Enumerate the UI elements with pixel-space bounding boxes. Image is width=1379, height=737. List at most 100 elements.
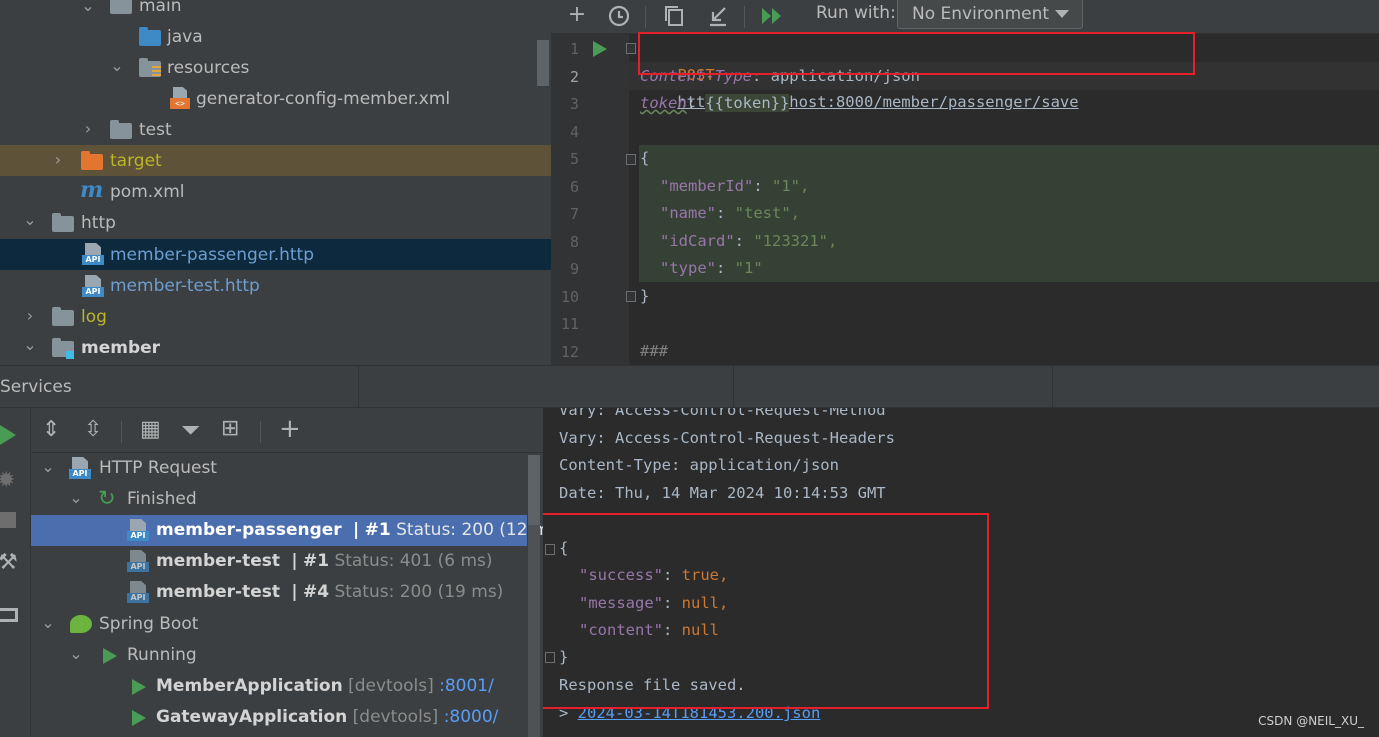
header-divider [358, 366, 359, 409]
folder-icon [52, 213, 74, 232]
project-tree: ⌄ main java ⌄ resources <> generator-con… [0, 0, 551, 365]
chevron-down-icon[interactable]: ⌄ [68, 646, 84, 662]
tree-item-resources[interactable]: ⌄ resources [0, 52, 551, 83]
line-number: 10 [560, 288, 579, 306]
services-tool-window-header: Services [0, 365, 1379, 409]
spring-boot-icon [70, 615, 92, 633]
chevron-down-icon[interactable]: ⌄ [40, 615, 56, 631]
add-service-icon[interactable]: + [279, 414, 301, 444]
request-row[interactable]: API member-test | #4 Status: 200 (19 ms) [31, 577, 527, 608]
run-icon[interactable] [0, 425, 16, 445]
tree-node-finished[interactable]: ⌄ ↻ Finished [31, 484, 527, 515]
app-row-gateway[interactable]: GatewayApplication [devtools] :8000/ [31, 702, 527, 733]
tree-item-member[interactable]: ⌄ member [0, 332, 551, 363]
tree-item-label: generator-config-member.xml [196, 88, 451, 109]
request-separator: ### [640, 342, 668, 360]
import-icon[interactable] [704, 2, 732, 30]
header-value: {{token}} [705, 94, 790, 112]
tree-node-label: HTTP Request [99, 458, 217, 478]
maven-icon: m [80, 177, 104, 203]
tree-node-running[interactable]: ⌄ Running [31, 640, 527, 671]
services-tree-panel: ⇕ ⇳ ▦ ⏷ ⊞ + ⌄ API HTTP Request ⌄ ↻ Finis… [31, 408, 558, 737]
fold-icon[interactable] [626, 291, 636, 302]
filter-icon[interactable]: ⏷ [181, 416, 200, 444]
tree-item-pom[interactable]: m pom.xml [0, 176, 551, 207]
chevron-down-icon[interactable]: ⌄ [109, 58, 125, 74]
app-port-link[interactable]: :8000/ [444, 707, 499, 727]
tree-item-label: main [139, 0, 182, 16]
request-row[interactable]: API member-passenger | #1 Status: 200 (1… [31, 515, 558, 546]
line-number: 1 [569, 40, 579, 58]
tree-item-main[interactable]: ⌄ main [0, 0, 551, 21]
run-request-icon[interactable] [593, 41, 607, 57]
line-number: 9 [569, 260, 579, 278]
wrench-icon[interactable]: ⚒ [0, 550, 18, 575]
tree-node-spring-boot[interactable]: ⌄ Spring Boot [31, 609, 527, 640]
tree-scrollbar[interactable] [537, 40, 549, 86]
collapse-all-icon[interactable]: ⇳ [84, 417, 102, 442]
fold-icon[interactable] [626, 154, 636, 165]
api-icon: API [127, 550, 149, 572]
chevron-down-icon[interactable]: ⌄ [22, 212, 38, 228]
chevron-down-icon[interactable]: ⌄ [80, 0, 96, 14]
folder-icon [110, 0, 132, 14]
app-row-member[interactable]: MemberApplication [devtools] :8001/ [31, 671, 527, 702]
new-tab-icon[interactable]: ⊞ [221, 416, 239, 441]
expand-all-icon[interactable]: ⇕ [42, 417, 60, 442]
app-port-link[interactable]: :8001/ [439, 676, 494, 696]
fold-icon[interactable] [626, 43, 636, 54]
request-row[interactable]: API member-test | #1 Status: 401 (6 ms) [31, 546, 527, 577]
response-console: Vary: Access-Control-Request-Method Vary… [543, 408, 1379, 737]
tree-item-log[interactable]: › log [0, 301, 551, 332]
layout-icon[interactable] [0, 608, 18, 622]
chevron-right-icon[interactable]: › [50, 152, 66, 168]
tree-item-label: member-test.http [110, 275, 260, 296]
chevron-down-icon[interactable]: ⌄ [68, 490, 84, 506]
chevron-right-icon[interactable]: › [22, 308, 38, 324]
history-icon[interactable] [605, 2, 633, 30]
request-status: Status: 401 (6 ms) [334, 551, 493, 571]
environment-select[interactable]: No Environment [897, 0, 1083, 29]
toolbar-divider [260, 421, 261, 443]
run-all-icon[interactable] [758, 2, 786, 30]
header-line: token: {{token}} [640, 94, 790, 112]
line-number: 3 [569, 95, 579, 113]
tree-item-generator-config[interactable]: <> generator-config-member.xml [0, 83, 551, 114]
request-number: #1 [302, 551, 330, 571]
running-icon [132, 710, 146, 726]
json-line: "type": "1" [660, 259, 763, 277]
app-name: GatewayApplication [156, 707, 348, 727]
request-name: member-test [156, 582, 280, 602]
api-file-icon: API [82, 243, 104, 265]
folder-icon [110, 120, 132, 139]
debug-icon[interactable]: ✹ [0, 468, 15, 493]
tree-item-java[interactable]: java [0, 21, 551, 52]
group-by-icon[interactable]: ▦ [140, 417, 161, 442]
tree-item-label: test [139, 119, 172, 140]
chevron-down-icon[interactable]: ⌄ [40, 459, 56, 475]
tree-item-label: resources [167, 57, 250, 78]
response-header: Vary: Access-Control-Request-Headers [559, 429, 895, 447]
add-request-icon[interactable]: + [563, 2, 591, 30]
excluded-folder-icon [81, 151, 103, 170]
chevron-right-icon[interactable]: › [80, 121, 96, 137]
copy-icon[interactable] [661, 2, 689, 30]
folder-icon [52, 307, 74, 326]
stop-icon[interactable] [0, 512, 16, 528]
header-divider [733, 366, 734, 409]
json-line: "name": "test", [660, 204, 800, 222]
header-divider [1052, 366, 1053, 409]
services-side-toolbar: ✹ ⚒ [0, 408, 31, 737]
api-icon: API [69, 457, 91, 479]
tree-item-target[interactable]: › target [0, 145, 551, 176]
services-scrollbar-thumb[interactable] [528, 455, 540, 525]
chevron-down-icon[interactable]: ⌄ [22, 337, 38, 353]
tree-item-member-passenger-http[interactable]: API member-passenger.http [0, 239, 551, 270]
tree-node-http-request[interactable]: ⌄ API HTTP Request [31, 453, 527, 484]
tree-item-member-test-http[interactable]: API member-test.http [0, 270, 551, 301]
tree-item-test[interactable]: › test [0, 114, 551, 145]
rerun-icon: ↻ [98, 486, 116, 510]
line-number: 7 [569, 205, 579, 223]
api-file-icon: API [82, 275, 104, 297]
tree-item-http[interactable]: ⌄ http [0, 207, 551, 238]
